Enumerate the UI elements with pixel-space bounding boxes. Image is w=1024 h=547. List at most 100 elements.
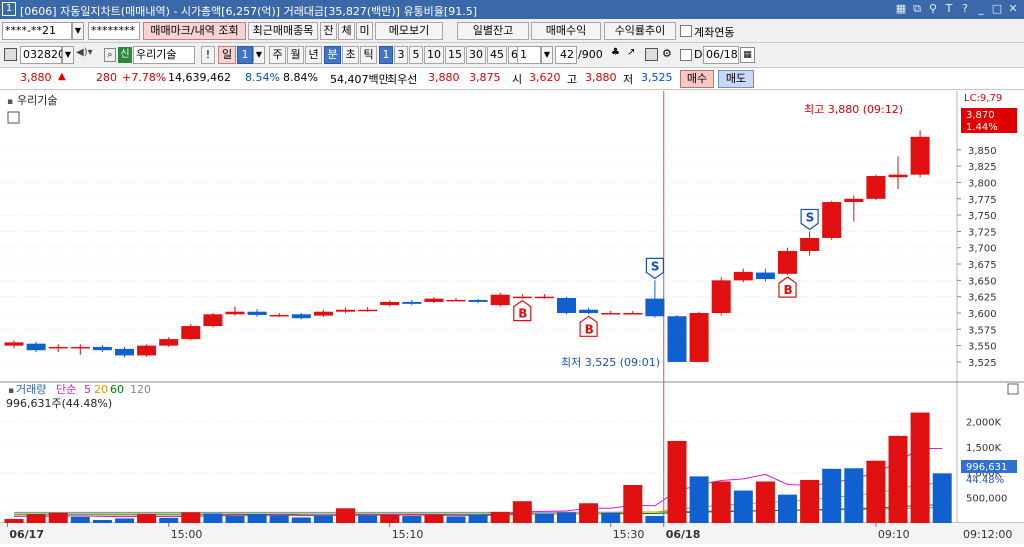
trade-marks-button[interactable]: 매매마크/내역 조회	[143, 22, 246, 40]
gear-icon[interactable]: ⚙	[662, 47, 676, 63]
low-annotation: 최저 3,525 (09:01)	[561, 356, 660, 369]
return-trend-button[interactable]: 수익률추이	[604, 22, 676, 40]
chart-area[interactable]: B B S B S 3,850 3,825 3,800 3,775 3,750 3,725 3,70…	[0, 91, 1024, 544]
recent-items-button[interactable]: 최근매매종목	[248, 22, 318, 40]
month-button[interactable]: 월	[287, 46, 304, 64]
candle-body	[4, 342, 24, 346]
interval-input[interactable]: 1	[517, 46, 541, 64]
candle-body	[70, 346, 90, 349]
price-tick-label: 3,675	[968, 260, 997, 271]
candle-body	[490, 294, 510, 306]
grid-toggle-icon[interactable]	[7, 111, 20, 124]
search-icon[interactable]: ⌕	[104, 48, 116, 62]
quote-bar: 3,880 ▲ 280 +7.78% 14,639,462 8.54% 8.84…	[0, 68, 1024, 90]
time-axis-end: 09:12:00	[963, 528, 1012, 541]
sell-marker-label: S	[806, 210, 815, 224]
close-icon[interactable]: ✕	[1006, 2, 1020, 16]
price-tick-label: 3,525	[968, 358, 997, 369]
candlestick-chart[interactable]: B B S B S 3,850 3,825 3,800 3,775 3,750 3,725 3,70…	[0, 91, 1024, 544]
alert-button[interactable]: !	[201, 46, 215, 64]
collapse-icon[interactable]: ▪	[7, 97, 13, 107]
toolbar-stock: 032820 ▼ ◀)▾ ⌕ 신 우리기술 ! 일 1 ▼ 주 월 년 분 초 …	[0, 43, 1024, 68]
font-icon[interactable]: T	[942, 2, 956, 16]
volume-bar	[291, 517, 311, 523]
memo-button[interactable]: 메모보기	[375, 22, 443, 40]
period-num-field[interactable]: 1	[237, 46, 253, 64]
candle-body	[623, 313, 643, 315]
account-dropdown[interactable]: ▼	[72, 22, 84, 40]
candle-body	[755, 272, 775, 280]
week-button[interactable]: 주	[269, 46, 286, 64]
candle-body	[468, 299, 488, 302]
current-price: 3,880	[20, 71, 52, 84]
period-num-dropdown[interactable]: ▼	[253, 46, 265, 64]
count-input[interactable]: 42	[555, 46, 577, 64]
candle-body	[26, 343, 46, 351]
stock-code-dropdown[interactable]: ▼	[62, 46, 74, 64]
che-button[interactable]: 체	[338, 22, 355, 40]
volume-bar	[247, 514, 267, 523]
indicator-icon[interactable]: ♣	[611, 47, 625, 63]
interval-dropdown[interactable]: ▼	[541, 46, 553, 64]
toolbar-account: ****-**21 ▼ ******** 매매마크/내역 조회 최근매매종목 잔…	[0, 19, 1024, 43]
layout-icon[interactable]: ▦	[894, 2, 908, 16]
candle-body	[711, 280, 731, 313]
trade-profit-button[interactable]: 매매수익	[531, 22, 601, 40]
volume-bar	[380, 514, 400, 523]
disk-icon[interactable]	[645, 48, 658, 61]
year-button[interactable]: 년	[305, 46, 322, 64]
mi-button[interactable]: 미	[356, 22, 373, 40]
date-input[interactable]: 06/18	[703, 46, 739, 64]
minute-option-3[interactable]: 3	[394, 46, 408, 64]
buy-marker-label: B	[585, 322, 594, 336]
jan-button[interactable]: 잔	[320, 22, 337, 40]
minute-button[interactable]: 분	[324, 46, 341, 64]
price-tick-label: 3,625	[968, 293, 997, 304]
minute-option-1[interactable]: 1	[379, 46, 393, 64]
volume-bar	[26, 514, 46, 523]
candle-body	[247, 311, 267, 315]
price-tick-label: 3,725	[968, 227, 997, 238]
date-checkbox[interactable]	[680, 49, 692, 61]
candle-body	[137, 345, 157, 356]
save-icon[interactable]	[4, 48, 17, 61]
volume-tick-label: 500,000	[966, 494, 1007, 505]
price-tick-label: 3,750	[968, 211, 997, 222]
sell-button[interactable]: 매도	[718, 70, 754, 88]
maximize-icon[interactable]: □	[990, 2, 1004, 16]
date-prefix: D	[694, 48, 703, 61]
minute-option-10[interactable]: 10	[424, 46, 444, 64]
buy-button[interactable]: 매수	[680, 70, 714, 88]
account-link-checkbox[interactable]	[680, 25, 692, 37]
account-input[interactable]: ****-**21	[2, 22, 72, 40]
compare-icon[interactable]: ↗	[627, 47, 643, 63]
stock-code-input[interactable]: 032820	[20, 46, 65, 64]
time-tick-label: 15:30	[613, 528, 645, 541]
minute-option-45[interactable]: 45	[487, 46, 507, 64]
period-day-button[interactable]: 일	[218, 46, 236, 64]
sell-marker-label: S	[651, 259, 660, 273]
credit-badge: 신	[118, 47, 132, 63]
volume-bar	[92, 519, 112, 523]
minute-option-5[interactable]: 5	[409, 46, 423, 64]
minute-option-15[interactable]: 15	[445, 46, 465, 64]
stock-name-field[interactable]: 우리기술	[133, 46, 195, 64]
speaker-icon[interactable]: ◀)▾	[76, 47, 102, 64]
password-input[interactable]: ********	[88, 22, 140, 40]
help-icon[interactable]: ?	[958, 2, 972, 16]
volume-bar	[844, 468, 864, 523]
volume-collapse-icon[interactable]: ▪	[8, 386, 14, 396]
ma-120-label: 120	[130, 383, 151, 396]
window-icon[interactable]: ⧉	[910, 2, 924, 16]
calendar-icon[interactable]: ▦	[740, 47, 755, 63]
tick-button[interactable]: 틱	[360, 46, 377, 64]
minute-option-30[interactable]: 30	[466, 46, 486, 64]
second-button[interactable]: 초	[342, 46, 359, 64]
candle-body	[534, 296, 554, 299]
volume-close-icon[interactable]	[1007, 383, 1019, 395]
minimize-icon[interactable]: _	[974, 2, 988, 16]
candle-body	[579, 309, 599, 313]
volume-bar	[159, 517, 179, 523]
pin-icon[interactable]: ⚲	[926, 2, 940, 16]
daily-balance-button[interactable]: 일별잔고	[457, 22, 529, 40]
